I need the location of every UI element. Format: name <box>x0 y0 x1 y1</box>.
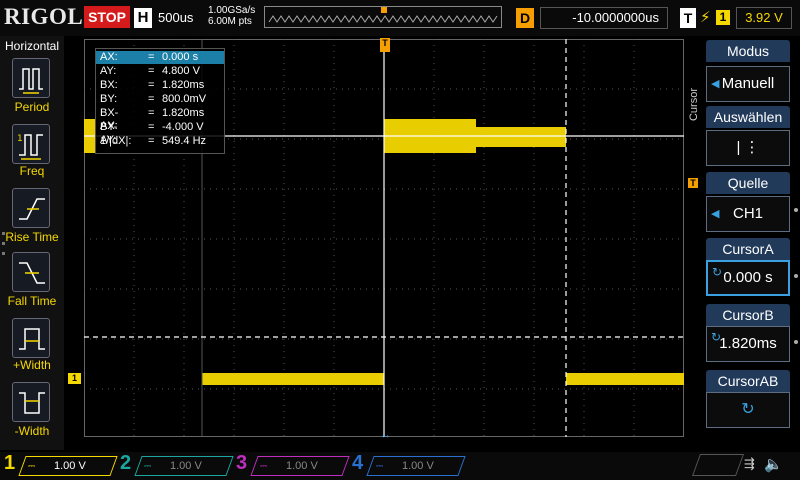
positive-width-label: +Width <box>13 358 51 372</box>
dc-coupling-icon: ⎓ <box>144 461 152 471</box>
multifunction-knob-icon: ↻ <box>712 265 723 279</box>
fall-time-label: Fall Time <box>7 294 57 308</box>
measure-rise-time-button[interactable] <box>12 188 50 228</box>
measure-fall-time-button[interactable] <box>12 252 50 292</box>
select-header: Auswählen <box>706 106 790 128</box>
cursor-a-position-arrow-icon: ↔ <box>380 429 391 441</box>
channel-status-bar: 1 ⎓ 1.00 V 2 ⎓ 1.00 V 3 ⎓ 1.00 V 4 ⎓ 1.0… <box>0 452 800 480</box>
dc-coupling-icon: ⎓ <box>260 461 268 471</box>
speaker-muted-icon[interactable]: 🔈 <box>764 455 783 473</box>
measure-negative-width-button[interactable] <box>12 382 50 422</box>
ch1-waveform-mid <box>476 127 566 147</box>
cursor-row-ax: AX: = 0.000 s <box>96 51 224 64</box>
measure-freq-button[interactable]: 1 <box>12 124 50 164</box>
memory-overview-strip[interactable] <box>264 6 502 28</box>
rise-time-label: Rise Time <box>5 230 59 244</box>
dc-coupling-icon: ⎓ <box>376 461 384 471</box>
ch1-offset-marker[interactable]: 1 <box>68 373 81 384</box>
page-dot <box>794 208 798 212</box>
frequency-icon: 1 <box>17 134 43 160</box>
mode-select[interactable]: ◀ Manuell <box>706 66 790 102</box>
multifunction-knob-icon: ↻ <box>711 330 722 344</box>
sample-rate: 1.00GSa/s <box>208 5 256 16</box>
trigger-badge: T <box>680 8 696 28</box>
run-stop-status[interactable]: STOP <box>84 6 130 28</box>
trigger-source: 1 <box>716 10 730 25</box>
cursor-menu-panel: Cursor Modus ◀ Manuell Auswählen | ⋮ Que… <box>688 36 800 450</box>
left-arrow-icon: ◀ <box>711 208 720 220</box>
dc-coupling-icon: ⎓ <box>28 461 36 471</box>
measure-period-button[interactable] <box>12 58 50 98</box>
page-dot <box>794 274 798 278</box>
period-label: Period <box>14 100 50 114</box>
negative-width-icon <box>19 392 45 414</box>
trigger-level-value[interactable]: 3.92 V <box>736 7 792 29</box>
period-icon <box>19 68 43 94</box>
cursor-readout-box: AX: = 0.000 s AY: = 4.800 V BX: = 1.820m… <box>95 48 225 154</box>
usb-icon: ⇶ <box>744 456 755 471</box>
cursor-b-value[interactable]: ↻ 1.820ms <box>706 326 790 362</box>
channel-1-tab[interactable]: 1 ⎓ 1.00 V <box>4 452 118 478</box>
memory-overview-waveform <box>268 7 498 23</box>
channel-2-tab[interactable]: 2 ⎓ 1.00 V <box>120 452 234 478</box>
channel-3-tab[interactable]: 3 ⎓ 1.00 V <box>236 452 350 478</box>
positive-width-icon <box>19 328 45 350</box>
ch1-waveform-low <box>202 373 384 385</box>
cursor-ab-value[interactable]: ↻ <box>706 392 790 428</box>
top-status-bar: RIGOL STOP H 500us 1.00GSa/s 6.00M pts D… <box>0 0 800 36</box>
brand-logo: RIGOL <box>4 4 84 29</box>
multifunction-knob-icon: ↻ <box>741 401 755 418</box>
mode-header: Modus <box>706 40 790 62</box>
menu-side-label: Cursor <box>688 88 700 122</box>
page-dot <box>794 340 798 344</box>
source-select[interactable]: ◀ CH1 <box>706 196 790 232</box>
fall-time-icon <box>19 262 45 284</box>
horizontal-measure-panel: Horizontal Period 1 Freq Rise Time Fall … <box>0 36 64 450</box>
status-area <box>691 454 745 476</box>
delay-badge: D <box>516 8 534 28</box>
cursor-select[interactable]: | ⋮ <box>706 130 790 166</box>
rise-time-icon <box>19 198 45 220</box>
panel-title: Horizontal <box>4 39 60 53</box>
channel-4-tab[interactable]: 4 ⎓ 1.00 V <box>352 452 466 478</box>
trigger-position-marker[interactable]: T <box>380 38 390 52</box>
cursor-ab-header: CursorAB <box>706 370 790 392</box>
cursor-a-value[interactable]: ↻ 0.000 s <box>706 260 790 296</box>
ch1-waveform-low-end <box>566 373 684 385</box>
horizontal-badge: H <box>134 8 152 28</box>
memory-depth: 6.00M pts <box>208 16 252 27</box>
measure-positive-width-button[interactable] <box>12 318 50 358</box>
negative-width-label: -Width <box>14 424 50 438</box>
left-arrow-icon: ◀ <box>711 78 720 90</box>
cursor-a-header: CursorA <box>706 238 790 260</box>
acquisition-info: 1.00GSa/s 6.00M pts <box>208 5 255 27</box>
rising-edge-icon: ⚡ <box>700 9 711 26</box>
source-header: Quelle <box>706 172 790 194</box>
svg-text:1: 1 <box>17 134 23 144</box>
timebase-value[interactable]: 500us <box>158 10 193 25</box>
freq-label: Freq <box>19 164 45 178</box>
cursor-b-header: CursorB <box>706 304 790 326</box>
delay-value[interactable]: -10.0000000us <box>540 7 668 29</box>
